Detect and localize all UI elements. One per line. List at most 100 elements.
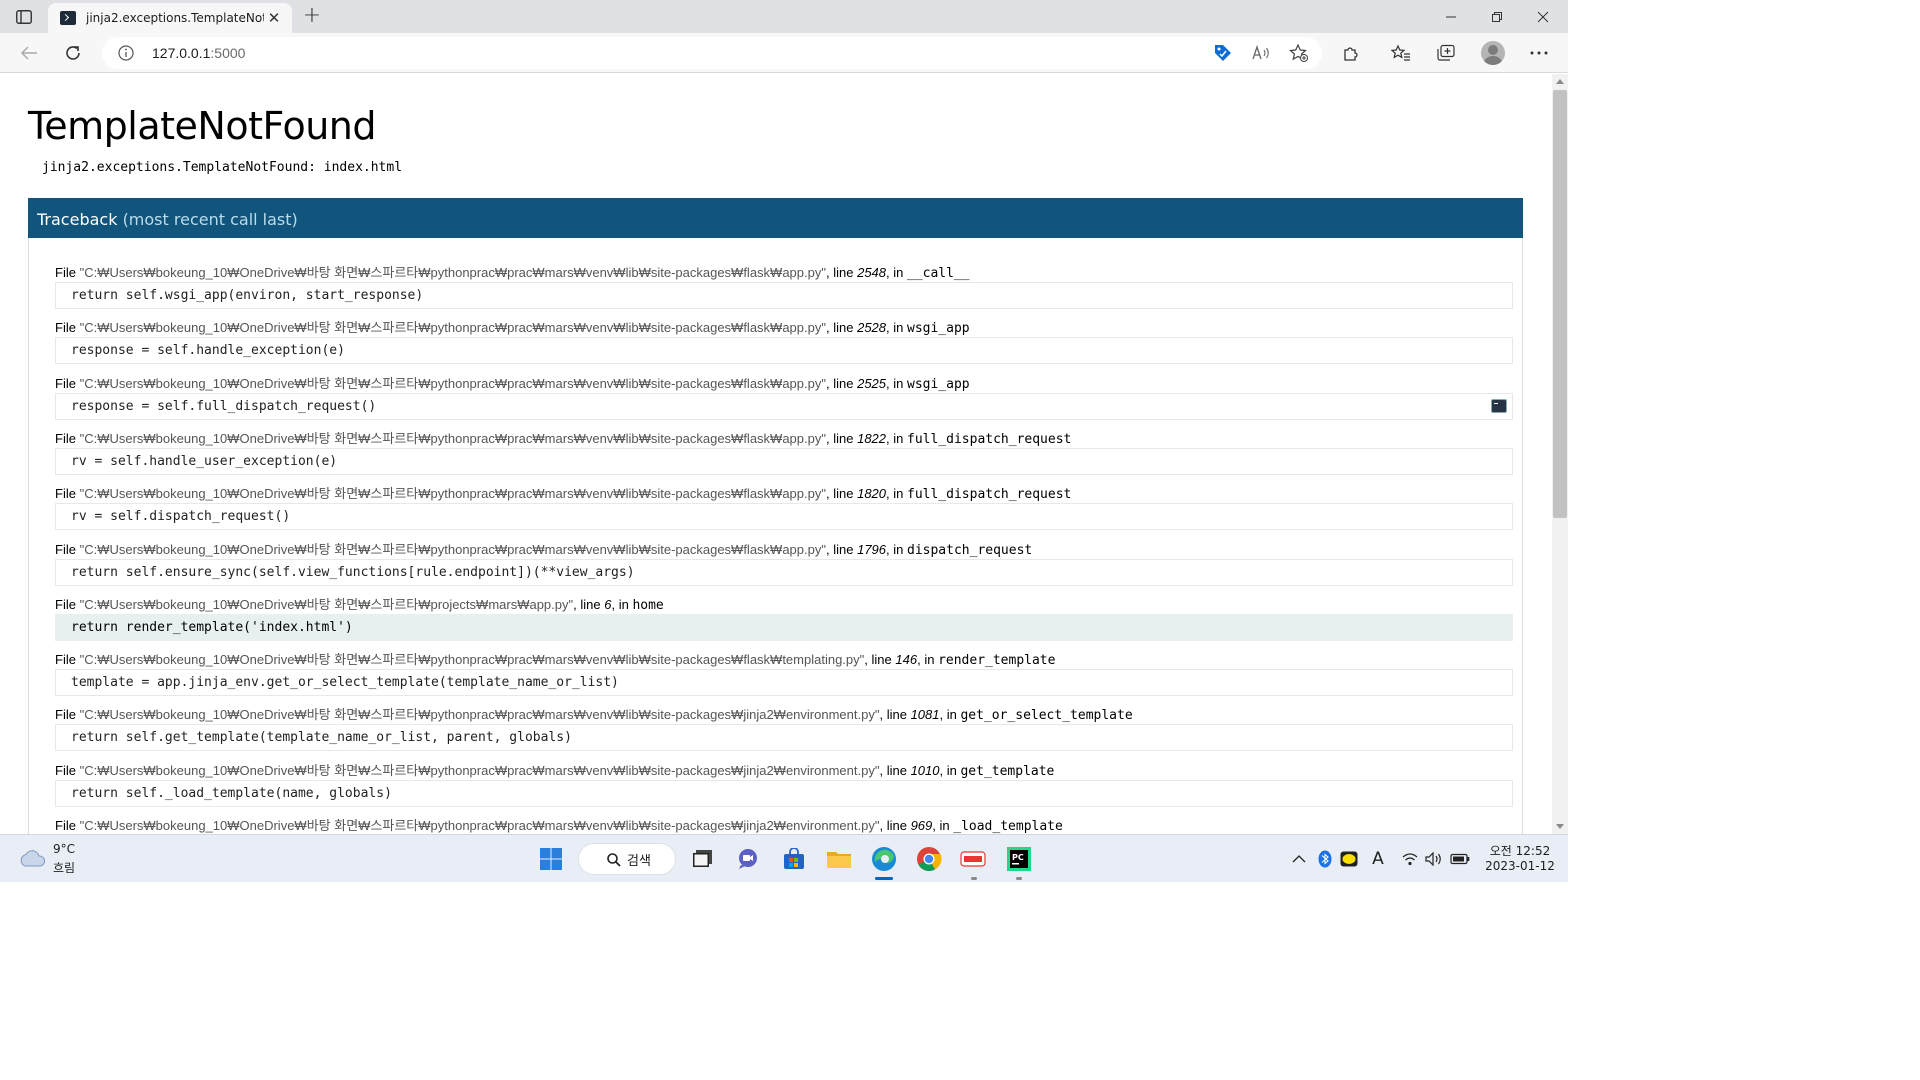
line-word: line bbox=[833, 541, 854, 557]
pycharm-running-indicator bbox=[1016, 877, 1022, 880]
kakaotalk-icon[interactable] bbox=[1340, 849, 1358, 869]
clock-time[interactable]: 오전 12:52 bbox=[1485, 842, 1555, 859]
frame-location: File "C:₩Users₩bokeung_10₩OneDrive₩바탕 화면… bbox=[55, 265, 970, 281]
refresh-icon[interactable] bbox=[58, 39, 88, 67]
tray-chevron-icon[interactable] bbox=[1290, 849, 1308, 869]
frame-line-number: 2525 bbox=[857, 375, 887, 391]
address-bar[interactable]: 127.0.0.1:5000 bbox=[102, 37, 1322, 69]
frame-location: File "C:₩Users₩bokeung_10₩OneDrive₩바탕 화면… bbox=[55, 430, 1072, 447]
chrome-browser-icon[interactable] bbox=[914, 844, 944, 874]
restore-icon[interactable] bbox=[1474, 0, 1520, 33]
source-code-text: return self.wsgi_app(environ, start_resp… bbox=[71, 288, 424, 303]
task-view-icon[interactable] bbox=[688, 844, 718, 874]
page-scrollbar[interactable] bbox=[1552, 74, 1568, 834]
frame-source-line[interactable]: rv = self.dispatch_request() bbox=[55, 503, 1513, 531]
traceback-subtitle: (most recent call last) bbox=[122, 210, 298, 229]
app-red-icon[interactable] bbox=[958, 844, 988, 874]
source-code-text: return self.ensure_sync(self.view_functi… bbox=[71, 564, 635, 580]
in-word: in bbox=[893, 320, 904, 336]
frame-file-path[interactable]: "C:₩Users₩bokeung_10₩OneDrive₩바탕 화면₩스파르타… bbox=[80, 376, 826, 391]
edge-browser-icon[interactable] bbox=[869, 844, 899, 874]
frame-source-line[interactable]: return self._load_template(name, globals… bbox=[55, 779, 1513, 807]
bluetooth-icon[interactable] bbox=[1317, 849, 1333, 869]
line-word: line bbox=[833, 486, 854, 502]
frame-function-name: wsgi_app bbox=[907, 321, 970, 337]
minimize-icon[interactable] bbox=[1428, 0, 1474, 33]
frame-file-path[interactable]: "C:₩Users₩bokeung_10₩OneDrive₩바탕 화면₩스파르타… bbox=[80, 652, 865, 667]
search-label: 검색 bbox=[627, 853, 651, 869]
traceback-label: Traceback bbox=[37, 210, 118, 229]
frame-function-name: full_dispatch_request bbox=[907, 431, 1072, 447]
more-menu-icon[interactable] bbox=[1524, 39, 1554, 67]
in-word: in bbox=[893, 375, 904, 391]
battery-icon[interactable] bbox=[1449, 849, 1471, 869]
collections-icon[interactable] bbox=[1431, 39, 1461, 67]
volume-icon[interactable] bbox=[1424, 849, 1444, 869]
tab-title: jinja2.exceptions.TemplateNotFound: inde… bbox=[86, 11, 264, 25]
wifi-icon[interactable] bbox=[1401, 849, 1419, 869]
tab-active[interactable]: jinja2.exceptions.TemplateNotFound: inde… bbox=[48, 3, 292, 33]
traceback-frame: File "C:₩Users₩bokeung_10₩OneDrive₩바탕 화면… bbox=[55, 483, 1513, 531]
add-favorite-icon[interactable] bbox=[1286, 41, 1312, 65]
frame-source-line[interactable]: return self.ensure_sync(self.view_functi… bbox=[55, 558, 1513, 586]
frame-function-name: home bbox=[632, 597, 664, 613]
frame-location: File "C:₩Users₩bokeung_10₩OneDrive₩바탕 화면… bbox=[55, 762, 1055, 779]
frame-line-number: 1820 bbox=[857, 486, 887, 502]
open-console-icon[interactable] bbox=[1491, 398, 1507, 413]
close-window-icon[interactable] bbox=[1520, 0, 1566, 33]
browser-toolbar: 127.0.0.1:5000 bbox=[0, 33, 1568, 73]
frame-file-path[interactable]: "C:₩Users₩bokeung_10₩OneDrive₩바탕 화면₩스파르타… bbox=[80, 818, 880, 833]
traceback-frame: File "C:₩Users₩bokeung_10₩OneDrive₩바탕 화면… bbox=[55, 428, 1513, 475]
in-word: in bbox=[893, 486, 904, 502]
shopping-tag-icon[interactable] bbox=[1210, 41, 1236, 65]
frame-source-line[interactable]: response = self.handle_exception(e) bbox=[55, 337, 1513, 365]
file-word: File bbox=[55, 762, 76, 778]
frame-function-name: dispatch_request bbox=[907, 542, 1033, 558]
windows-start-icon[interactable] bbox=[536, 844, 566, 874]
profile-avatar[interactable] bbox=[1481, 41, 1505, 65]
in-word: in bbox=[946, 762, 957, 778]
frame-line-number: 1796 bbox=[857, 541, 887, 557]
tab-actions-icon[interactable] bbox=[10, 6, 38, 28]
scroll-down-icon[interactable] bbox=[1556, 824, 1564, 829]
microsoft-store-icon[interactable] bbox=[779, 844, 809, 874]
frame-file-path[interactable]: "C:₩Users₩bokeung_10₩OneDrive₩바탕 화면₩스파르타… bbox=[80, 763, 880, 778]
frame-function-name: wsgi_app bbox=[907, 376, 970, 392]
frame-source-line[interactable]: return self.wsgi_app(environ, start_resp… bbox=[55, 282, 1513, 309]
pycharm-icon[interactable]: PC bbox=[1004, 844, 1034, 874]
frame-source-line[interactable]: template = app.jinja_env.get_or_select_t… bbox=[55, 669, 1513, 697]
frame-source-line[interactable]: return self.get_template(template_name_o… bbox=[55, 724, 1513, 752]
traceback-frame: File "C:₩Users₩bokeung_10₩OneDrive₩바탕 화면… bbox=[55, 373, 1513, 420]
frame-file-path[interactable]: "C:₩Users₩bokeung_10₩OneDrive₩바탕 화면₩스파르타… bbox=[80, 486, 826, 501]
favorites-icon[interactable] bbox=[1386, 39, 1416, 67]
line-word: line bbox=[833, 320, 854, 336]
back-arrow-icon[interactable] bbox=[14, 39, 44, 67]
frame-file-path[interactable]: "C:₩Users₩bokeung_10₩OneDrive₩바탕 화면₩스파르타… bbox=[80, 597, 574, 612]
frame-file-path[interactable]: "C:₩Users₩bokeung_10₩OneDrive₩바탕 화면₩스파르타… bbox=[80, 542, 826, 557]
read-aloud-icon[interactable] bbox=[1248, 41, 1274, 65]
frame-source-line[interactable]: rv = self.handle_user_exception(e) bbox=[55, 447, 1513, 475]
frame-file-path[interactable]: "C:₩Users₩bokeung_10₩OneDrive₩바탕 화면₩스파르타… bbox=[80, 707, 880, 722]
file-word: File bbox=[55, 652, 76, 668]
frame-file-path[interactable]: "C:₩Users₩bokeung_10₩OneDrive₩바탕 화면₩스파르타… bbox=[80, 320, 826, 335]
taskbar-search[interactable]: 검색 bbox=[578, 843, 676, 875]
extensions-icon[interactable] bbox=[1336, 39, 1366, 67]
frame-source-line[interactable]: response = self.full_dispatch_request() bbox=[55, 392, 1513, 420]
chat-icon[interactable] bbox=[734, 844, 764, 874]
traceback-frame: File "C:₩Users₩bokeung_10₩OneDrive₩바탕 화면… bbox=[55, 704, 1513, 752]
ime-indicator[interactable]: A bbox=[1368, 849, 1388, 869]
scroll-up-icon[interactable] bbox=[1556, 79, 1564, 84]
weather-temperature[interactable]: 9°C bbox=[53, 842, 75, 856]
new-tab-button[interactable]: + bbox=[299, 4, 325, 28]
file-explorer-icon[interactable] bbox=[824, 844, 854, 874]
tab-close-icon[interactable]: ✕ bbox=[264, 9, 284, 27]
clock-date[interactable]: 2023-01-12 bbox=[1480, 859, 1560, 873]
cloud-weather-icon[interactable] bbox=[18, 848, 46, 868]
site-info-icon[interactable] bbox=[116, 43, 136, 63]
frame-file-path[interactable]: "C:₩Users₩bokeung_10₩OneDrive₩바탕 화면₩스파르타… bbox=[80, 265, 826, 280]
weather-description[interactable]: 흐림 bbox=[53, 859, 75, 876]
scroll-thumb[interactable] bbox=[1553, 90, 1567, 518]
frame-line-number: 1081 bbox=[910, 707, 940, 723]
frame-file-path[interactable]: "C:₩Users₩bokeung_10₩OneDrive₩바탕 화면₩스파르타… bbox=[80, 431, 826, 446]
frame-source-line[interactable]: return render_template('index.html') bbox=[55, 613, 1513, 641]
